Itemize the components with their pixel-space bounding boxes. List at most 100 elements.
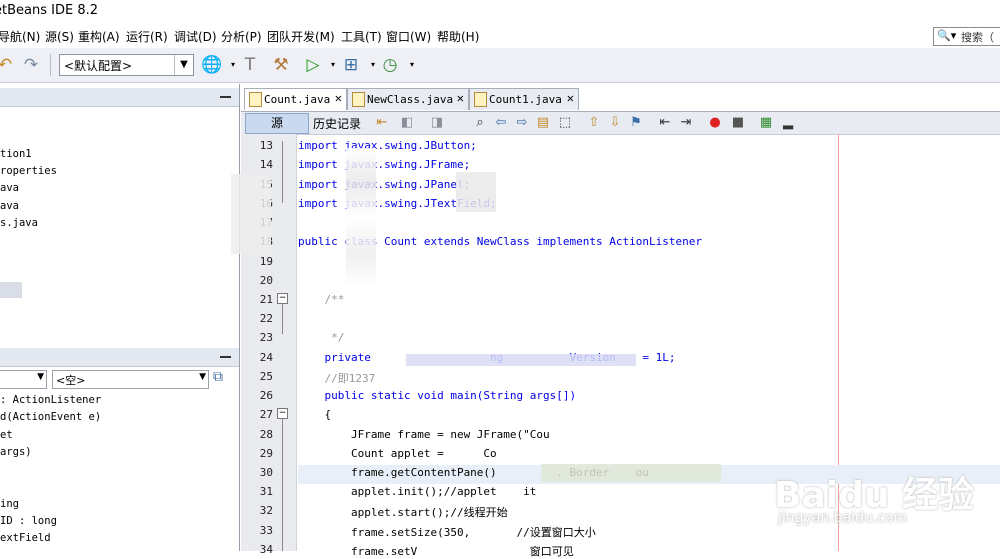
tree-item[interactable]: roperties [0,165,57,177]
code-line[interactable]: import javax.swing.JTextField; [298,197,1000,210]
code-line[interactable]: import javax.swing.JFrame; [298,158,1000,171]
code-line[interactable]: JFrame frame = new JFrame("Cou [298,428,1000,441]
code-line[interactable]: import javax.swing.JPanel; [298,178,1000,191]
navigator-panel-header [0,348,239,367]
chevron-down-icon: ▼ [199,372,206,382]
shift-right-icon[interactable]: ⇥ [678,115,694,131]
code-line[interactable]: import javax.swing.JButton; [298,139,1000,152]
navigator-members-select[interactable]: ▼ [0,370,47,389]
baidu-watermark: Baidu 经验 jingyan.baidu.com [764,466,1000,546]
code-line[interactable]: public static void main(String args[]) [298,389,1000,402]
code-line[interactable]: private ng Version = 1L; [298,351,1000,364]
code-line[interactable]: /** [298,293,1000,306]
close-icon[interactable]: ✕ [457,91,464,105]
member-item[interactable]: d(ActionEvent e) [0,411,101,423]
build-hammer-icon[interactable]: T [239,54,261,76]
configuration-value: <默认配置> [64,59,133,73]
java-file-icon [352,92,365,107]
globe-icon[interactable]: 🌐 [201,54,223,76]
close-icon[interactable]: ✕ [567,91,574,105]
member-item[interactable]: ing [0,498,19,510]
line-number: 25 [259,370,273,383]
search-icon: 🔍▾ [937,29,957,42]
line-number: 29 [259,447,273,460]
line-number: 34 [259,543,273,556]
uncomment-icon[interactable]: ▂ [780,115,796,131]
menu-source[interactable]: 源(S) [45,28,74,45]
menu-tools[interactable]: 工具(T) [341,28,382,45]
member-item[interactable]: et [0,429,13,441]
find-previous-icon[interactable]: ⇦ [493,115,509,131]
toggle-bookmark-icon[interactable]: ⚑ [628,115,644,131]
minimize-icon[interactable] [220,96,231,98]
navigator-filter-value: <空> [56,374,86,387]
chevron-down-icon[interactable]: ▾ [401,54,423,76]
tree-item[interactable]: s.java [0,217,38,229]
code-line[interactable]: { [298,408,1000,421]
window-title: etBeans IDE 8.2 [0,3,98,18]
line-number: 19 [259,255,273,268]
tree-selection [0,282,22,298]
code-line[interactable]: //即1237 [298,370,1000,386]
source-view-button[interactable]: 源 [245,113,309,134]
menu-debug[interactable]: 调试(D) [174,28,217,45]
forward-icon[interactable]: ◨ [429,115,445,131]
member-item[interactable]: args) [0,446,32,458]
member-item[interactable]: ID : long [0,515,57,527]
find-icon[interactable]: ⌕ [472,115,488,131]
menu-profile[interactable]: 分析(P) [221,28,262,45]
run-icon[interactable]: ▷ [302,54,324,76]
code-line[interactable]: Count applet = Co [298,447,1000,460]
rect-select-icon[interactable]: ⬚ [557,115,573,131]
search-box[interactable]: 🔍▾ 搜索（ [933,27,1000,46]
undo-icon[interactable]: ↶ [0,54,16,76]
pixelated-region [231,174,271,254]
stop-macro-icon[interactable]: ■ [730,115,746,131]
fold-guide [282,141,283,203]
next-bookmark-icon[interactable]: ⇩ [607,115,623,131]
profile-icon[interactable]: ◷ [379,54,401,76]
tree-item[interactable]: ava [0,200,19,212]
tree-item[interactable]: tion1 [0,148,32,160]
tree-item[interactable]: ava [0,182,19,194]
code-line[interactable]: public class Count extends NewClass impl… [298,235,1000,248]
last-edit-icon[interactable]: ⇤ [374,115,390,131]
member-item[interactable]: : ActionListener [0,394,101,406]
editor-toolbar: 源 历史记录 ⇤ ◧ ◨ ⌕ ⇦ ⇨ ▤ ⬚ ⇧ ⇩ ⚑ ⇤ ⇥ ● ■ ▦ ▂ [241,111,1000,135]
menu-run[interactable]: 运行(R) [126,28,168,45]
menu-help[interactable]: 帮助(H) [437,28,479,45]
fold-collapse-icon[interactable]: − [277,293,288,304]
tab-count-java[interactable]: Count.java ✕ [244,88,347,110]
menu-refactor[interactable]: 重构(A) [78,28,120,45]
main-toolbar: ↶ ↷ <默认配置> ▼ 🌐 ▾ T ⚒ ▷ ▾ ⊞ ▾ ◷ ▾ [0,48,1000,83]
menu-team[interactable]: 团队开发(M) [267,28,335,45]
member-item[interactable]: extField [0,532,51,544]
debug-icon[interactable]: ⊞ [340,54,362,76]
menu-navigate[interactable]: 导航(N) [0,28,40,45]
fold-collapse-icon[interactable]: − [277,408,288,419]
redo-icon[interactable]: ↷ [20,54,42,76]
menu-window[interactable]: 窗口(W) [386,28,431,45]
configuration-select[interactable]: <默认配置> ▼ [59,54,194,76]
comment-icon[interactable]: ▦ [758,115,774,131]
tab-label: NewClass.java [367,93,454,106]
close-icon[interactable]: ✕ [335,91,342,105]
back-icon[interactable]: ◧ [399,115,415,131]
previous-bookmark-icon[interactable]: ⇧ [586,115,602,131]
fold-guide [282,304,283,334]
shift-left-icon[interactable]: ⇤ [657,115,673,131]
code-line[interactable]: */ [298,331,1000,344]
tab-count1-java[interactable]: Count1.java ✕ [469,88,579,110]
start-macro-icon[interactable]: ● [707,115,723,131]
find-next-icon[interactable]: ⇨ [514,115,530,131]
navigator-filter-select[interactable]: <空> ▼ [52,370,209,389]
line-number: 24 [259,351,273,364]
navigator-options-icon[interactable]: ⧉ [213,369,223,385]
history-view-button[interactable]: 历史记录 [313,115,361,132]
clean-build-icon[interactable]: ⚒ [270,54,292,76]
pixelated-region [541,464,721,482]
minimize-icon[interactable] [220,356,231,358]
toggle-highlight-icon[interactable]: ▤ [535,115,551,131]
chevron-down-icon: ▼ [37,372,44,382]
tab-newclass-java[interactable]: NewClass.java ✕ [347,88,469,110]
